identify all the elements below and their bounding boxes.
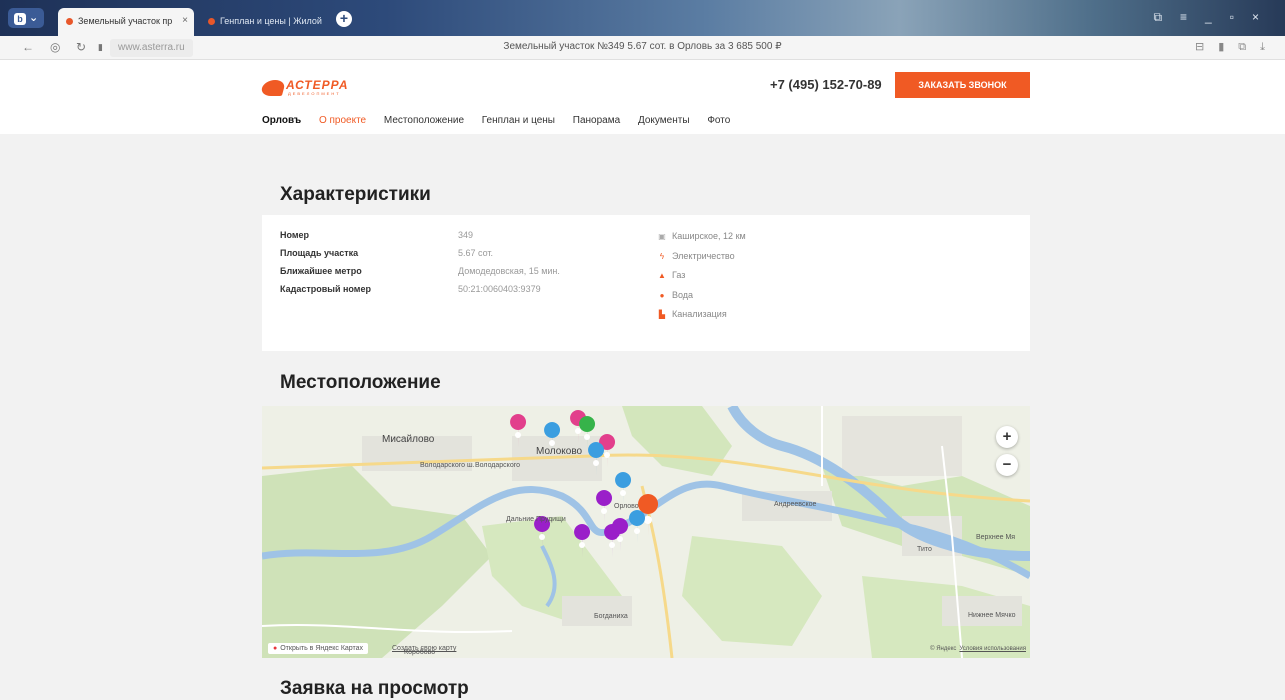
open-in-yandex-link[interactable]: ● Открыть в Яндекс Картах: [268, 643, 369, 654]
map-label: Мисайлово: [382, 434, 435, 445]
reader-icon: ⊟: [1194, 41, 1219, 53]
extensions-icon: ⧉: [1238, 41, 1261, 53]
amenity-item: ▣ Каширское, 12 км: [658, 231, 746, 241]
properties-list: Номер 349 Площадь участка 5.67 сот. Ближай…: [280, 229, 560, 301]
download-icon: ⤓: [1260, 41, 1279, 53]
map-canvas[interactable]: [262, 406, 1030, 658]
site-favicon-icon: [66, 18, 73, 25]
property-row: Кадастровый номер 50:21:0060403:9379: [280, 284, 541, 294]
restore-icon: ▫: [1229, 10, 1252, 24]
menu-icon: ≡: [1180, 10, 1206, 24]
property-row: Ближайшее метро Домодедовская, 15 мин.: [280, 266, 560, 276]
new-tab-icon[interactable]: +: [336, 11, 352, 27]
close-tab-icon[interactable]: ×: [182, 8, 188, 34]
map-pin[interactable]: [615, 472, 632, 506]
flame-icon: ▲: [658, 271, 666, 280]
minimize-icon: _: [1205, 10, 1230, 24]
tab-inactive[interactable]: Генплан и цены | Жилой: [200, 8, 326, 36]
amenity-item: ● Вода: [657, 290, 746, 310]
map-pin[interactable]: [596, 490, 613, 524]
zoom-in-button[interactable]: +: [996, 426, 1018, 448]
location-title: Местоположение: [280, 372, 441, 393]
site-header: АСТЕРРА ДЕВЕЛОПМЕНТ +7 (495) 152-70-89 З…: [0, 60, 1285, 134]
window-controls[interactable]: ⧉≡_▫×: [1153, 10, 1277, 25]
address-bar: ← ◎ ↻ ▮ www.asterra.ru Земельный участок…: [0, 36, 1285, 60]
map-pin[interactable]: [629, 510, 646, 544]
map-pin-icon: ●: [273, 645, 278, 652]
site-nav: Орловъ О проекте Местоположение Генплан …: [262, 115, 745, 126]
characteristics-title: Характеристики: [280, 184, 431, 205]
nav-item-plan[interactable]: Генплан и цены: [482, 115, 555, 126]
site-logo[interactable]: АСТЕРРА ДЕВЕЛОПМЕНТ: [259, 78, 362, 98]
yandex-map[interactable]: Мисайлово Молоково Дальние Прудищи Орлов…: [262, 406, 1030, 658]
nav-item-orlov[interactable]: Орловъ: [262, 115, 301, 126]
bookmark-icon: ▮: [1218, 41, 1239, 53]
request-title: Заявка на просмотр: [280, 678, 469, 699]
map-label: Богданиха: [594, 613, 628, 620]
logo-swoosh-icon: [259, 80, 287, 96]
address-actions[interactable]: ⊟▮⧉⤓: [1195, 40, 1279, 54]
amenity-item: ▙ Канализация: [658, 309, 727, 319]
nav-item-about[interactable]: О проекте: [319, 115, 366, 126]
callback-button[interactable]: ЗАКАЗАТЬ ЗВОНОК: [895, 72, 1030, 98]
water-drop-icon: ●: [659, 290, 665, 300]
map-label: Тито: [917, 546, 932, 553]
nav-item-documents[interactable]: Документы: [638, 115, 690, 126]
page-title: Земельный участок №349 5.67 сот. в Орлов…: [503, 41, 782, 52]
characteristics-card: Номер 349 Площадь участка 5.67 сот. Ближай…: [262, 215, 1030, 351]
lightning-icon: ϟ: [659, 251, 665, 261]
amenity-item: ϟ Электричество: [657, 251, 746, 271]
phone-number[interactable]: +7 (495) 152-70-89: [770, 77, 882, 92]
map-label: Нижнее Мячко: [968, 612, 1016, 619]
close-window-icon: ×: [1251, 10, 1277, 24]
tab-active[interactable]: Земельный участок пр ×: [58, 8, 194, 36]
browser-logo-icon: b: [14, 13, 26, 25]
road-icon: ▣: [658, 232, 666, 241]
amenity-item: ▲ Газ: [658, 270, 686, 280]
map-label: Верхнее Мя: [976, 534, 1016, 541]
amenities-list: ▣ Каширское, 12 км ϟ Электричество ▲ Газ ● В…: [657, 231, 746, 329]
bookmarks-icon: ⧉: [1153, 10, 1181, 24]
tab-label: Земельный участок пр: [78, 16, 173, 26]
map-label: Молоково: [536, 446, 583, 457]
terms-link[interactable]: Условия использования: [959, 646, 1026, 652]
zoom-out-button[interactable]: −: [996, 454, 1018, 476]
logo-subtitle: ДЕВЕЛОПМЕНТ: [288, 91, 341, 96]
property-row: Площадь участка 5.67 сот.: [280, 248, 494, 258]
map-label: Андреевское: [774, 501, 817, 508]
map-copyright: © Яндекс Условия использования: [930, 646, 1026, 652]
property-row: Номер 349: [280, 230, 474, 240]
browser-menu-button[interactable]: b ⌄: [8, 8, 44, 28]
map-label: Володарского ш.: [420, 462, 475, 469]
logo-name: АСТЕРРА: [286, 78, 349, 92]
nav-item-location[interactable]: Местоположение: [384, 115, 464, 126]
map-label: Володарского: [475, 462, 521, 469]
browser-tab-bar: b ⌄ Земельный участок пр × Генплан и цен…: [0, 0, 1285, 36]
sewer-icon: ▙: [658, 310, 666, 319]
tab-label: Генплан и цены | Жилой: [220, 16, 322, 26]
create-map-link[interactable]: Создать свою карту: [392, 645, 456, 652]
nav-item-photo[interactable]: Фото: [707, 115, 730, 126]
map-label: Орлово: [614, 503, 639, 510]
site-favicon-icon: [208, 18, 215, 25]
nav-item-panorama[interactable]: Панорама: [573, 115, 620, 126]
map-label: Дальние Прудищи: [506, 516, 566, 523]
